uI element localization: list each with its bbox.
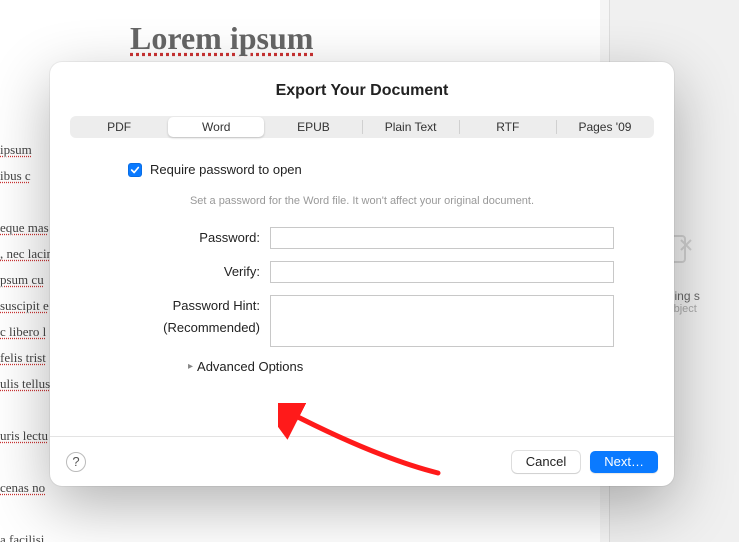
format-tab-rtf[interactable]: RTF: [460, 117, 556, 137]
chevron-right-icon: ▸: [188, 361, 193, 372]
export-dialog: Export Your Document PDFWordEPUBPlain Te…: [50, 62, 674, 486]
password-label: Password:: [110, 227, 270, 249]
dialog-footer: ? Cancel Next…: [50, 436, 674, 486]
verify-label: Verify:: [110, 261, 270, 283]
helper-text: Set a password for the Word file. It won…: [110, 195, 614, 207]
verify-input[interactable]: [270, 261, 614, 283]
format-tabs: PDFWordEPUBPlain TextRTFPages '09: [70, 116, 654, 138]
dialog-title: Export Your Document: [50, 62, 674, 116]
next-button[interactable]: Next…: [590, 451, 658, 473]
hint-label: Password Hint: (Recommended): [110, 295, 270, 339]
format-tab-pdf[interactable]: PDF: [71, 117, 167, 137]
advanced-options-disclosure[interactable]: ▸ Advanced Options: [188, 359, 614, 374]
format-tab-word[interactable]: Word: [168, 117, 264, 137]
export-form: Require password to open Set a password …: [50, 138, 674, 436]
format-tab-epub[interactable]: EPUB: [265, 117, 361, 137]
advanced-options-label: Advanced Options: [197, 359, 303, 374]
password-input[interactable]: [270, 227, 614, 249]
require-password-row[interactable]: Require password to open: [128, 162, 614, 177]
require-password-label: Require password to open: [150, 162, 302, 177]
help-button[interactable]: ?: [66, 452, 86, 472]
cancel-button[interactable]: Cancel: [512, 451, 580, 473]
format-tab-pages-09[interactable]: Pages '09: [557, 117, 653, 137]
format-tab-plain-text[interactable]: Plain Text: [363, 117, 459, 137]
require-password-checkbox[interactable]: [128, 163, 142, 177]
hint-textarea[interactable]: [270, 295, 614, 347]
document-title: Lorem ipsum: [130, 20, 580, 57]
